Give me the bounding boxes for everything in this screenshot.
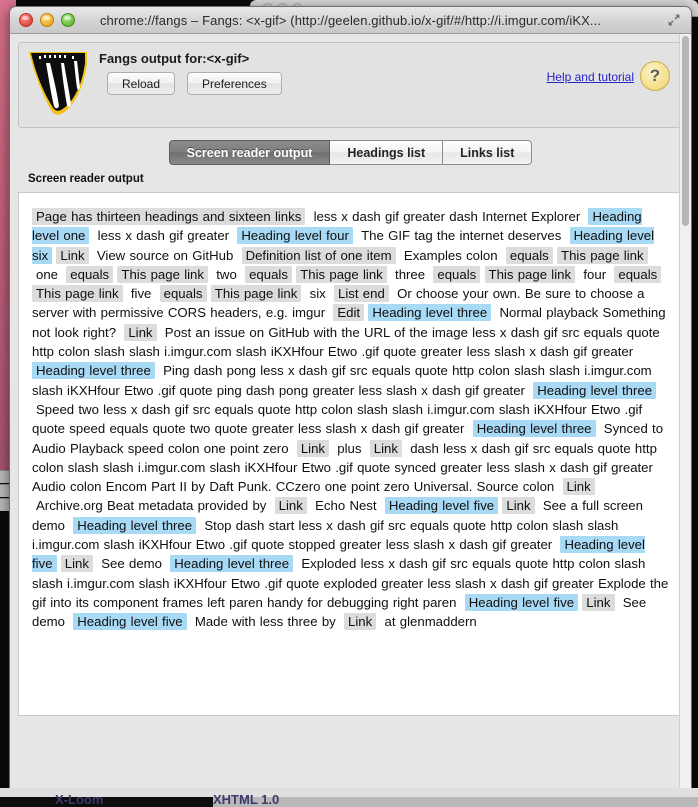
window-title: chrome://fangs – Fangs: <x-gif> (http://… [99,12,602,28]
spoken-text: two [216,266,237,282]
spoken-text: less x dash gif greater dash Internet Ex… [313,209,581,224]
background-footer-text-left: X-Loom [55,792,104,807]
tab-links-list[interactable]: Links list [443,140,533,165]
heading-announcement: Heading level three [73,516,197,534]
spoken-text: three [395,266,426,282]
spoken-text: View source on GitHub [96,247,234,263]
background-page-footer: X-Loom XHTML 1.0 [0,788,698,807]
tab-strip: Screen reader output Headings list Links l… [168,140,533,165]
background-footer-strip-dark [213,797,698,807]
structure-announcement: Link [369,439,402,457]
heading-announcement: Heading level three [32,362,155,380]
structure-announcement: Page has thirteen headings and sixteen l… [32,208,306,225]
structure-announcement: equals [614,265,662,283]
structure-announcement: This page link [117,265,208,283]
structure-announcement: equals [433,265,481,283]
section-label: Screen reader output [28,173,144,185]
structure-announcement: This page link [210,285,302,303]
fangs-window: chrome://fangs – Fangs: <x-gif> (http://… [9,6,692,794]
spoken-text: Echo Nest [315,498,377,514]
spoken-text: five [130,286,152,302]
scrollbar-thumb[interactable] [682,36,689,226]
heading-announcement: Heading level five [384,497,499,515]
structure-announcement: Link [124,323,157,341]
spoken-text: one [36,266,59,282]
structure-announcement: Link [562,478,595,496]
screenshot-root: chrome://fangs – Fangs: <x-gif> (http://… [0,0,698,807]
spoken-text: The GIF tag the internet deserves [361,228,562,244]
background-footer-text-right: XHTML 1.0 [213,792,280,807]
tab-screen-reader-output[interactable]: Screen reader output [168,140,331,165]
spoken-text: less x dash gif greater [97,228,230,244]
structure-announcement: This page link [32,285,123,303]
structure-announcement: Link [502,497,535,515]
spoken-text: Archive.org Beat metadata provided by [36,498,267,514]
heading-announcement: Heading level five [464,593,579,611]
reload-button[interactable]: Reload [107,72,176,95]
heading-announcement: Heading level three [472,420,596,438]
help-and-tutorial-link[interactable]: Help and tutorial [547,70,634,84]
fangs-output-title: Fangs output for:<x-gif> [99,51,250,66]
heading-announcement: Heading level five [73,613,187,631]
screen-reader-output-panel[interactable]: Page has thirteen headings and sixteen l… [18,192,683,716]
traffic-light-group [19,13,75,27]
structure-announcement: Link [296,439,330,457]
heading-announcement: Heading level four [237,227,353,245]
structure-announcement: equals [66,265,114,283]
fangs-logo-icon [27,50,89,116]
spoken-text: Examples colon [403,247,498,263]
tab-bar: Screen reader output Headings list Links l… [10,139,691,165]
structure-announcement: Edit [333,304,365,322]
structure-announcement: Link [344,613,377,631]
structure-announcement: equals [159,285,207,303]
content-area: Screen reader output Page has thirteen h… [18,173,683,716]
spoken-text: plus [337,440,362,456]
structure-announcement: Link [582,593,615,611]
spoken-text: four [583,266,607,282]
close-icon[interactable] [19,13,33,27]
structure-announcement: equals [505,246,553,264]
structure-announcement: List end [334,285,389,303]
preferences-button[interactable]: Preferences [187,72,282,95]
structure-announcement: Link [274,497,307,515]
structure-announcement: Link [56,246,89,264]
window-titlebar[interactable]: chrome://fangs – Fangs: <x-gif> (http://… [10,7,691,34]
heading-announcement: Heading level three [533,381,657,399]
minimize-icon[interactable] [40,13,54,27]
structure-announcement: equals [245,265,292,283]
heading-announcement: Heading level three [170,555,294,573]
heading-announcement: Heading level three [368,304,492,322]
fangs-header-panel: Fangs output for:<x-gif> Reload Preferen… [18,42,683,128]
spoken-text: six [309,286,326,302]
screen-reader-text: Page has thirteen headings and sixteen l… [32,207,669,632]
structure-announcement: This page link [296,265,387,283]
question-mark-icon[interactable]: ? [640,61,670,91]
zoom-icon[interactable] [61,13,75,27]
spoken-text: Made with less three by [194,614,336,630]
structure-announcement: This page link [484,265,576,283]
spoken-text: See demo [101,556,162,572]
structure-announcement: Definition list of one item [241,246,396,264]
expand-arrows-icon[interactable] [666,12,682,28]
spoken-text: at glenmaddern [384,614,477,630]
window-scrollbar[interactable] [679,34,691,793]
structure-announcement: This page link [557,246,648,264]
background-footer-strip [0,788,698,797]
structure-announcement: Link [60,555,93,573]
header-button-row: Reload Preferences [107,72,282,95]
tab-headings-list[interactable]: Headings list [330,140,444,165]
